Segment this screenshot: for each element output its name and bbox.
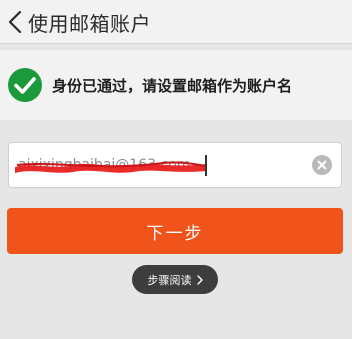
- chevron-left-icon[interactable]: [8, 11, 22, 33]
- notice-text: 身份已通过，请设置邮箱作为账户名: [52, 76, 293, 95]
- email-input[interactable]: [18, 143, 308, 187]
- email-field[interactable]: [8, 142, 342, 188]
- step-reading-label: 步骤阅读: [147, 273, 192, 287]
- clear-circle-icon[interactable]: [317, 160, 327, 170]
- next-step-button[interactable]: 下一步: [7, 208, 343, 254]
- verification-notice: 身份已通过，请设置邮箱作为账户名: [0, 50, 352, 120]
- text-cursor: [205, 155, 207, 176]
- page-title: 使用邮箱账户: [28, 11, 151, 36]
- check-circle-icon: [8, 68, 42, 102]
- clear-input-button[interactable]: [312, 155, 332, 175]
- app-header: 使用邮箱账户: [0, 0, 352, 44]
- chevron-right-icon: [196, 274, 203, 285]
- back-button[interactable]: 使用邮箱账户: [0, 0, 200, 44]
- step-reading-button[interactable]: 步骤阅读: [132, 265, 218, 294]
